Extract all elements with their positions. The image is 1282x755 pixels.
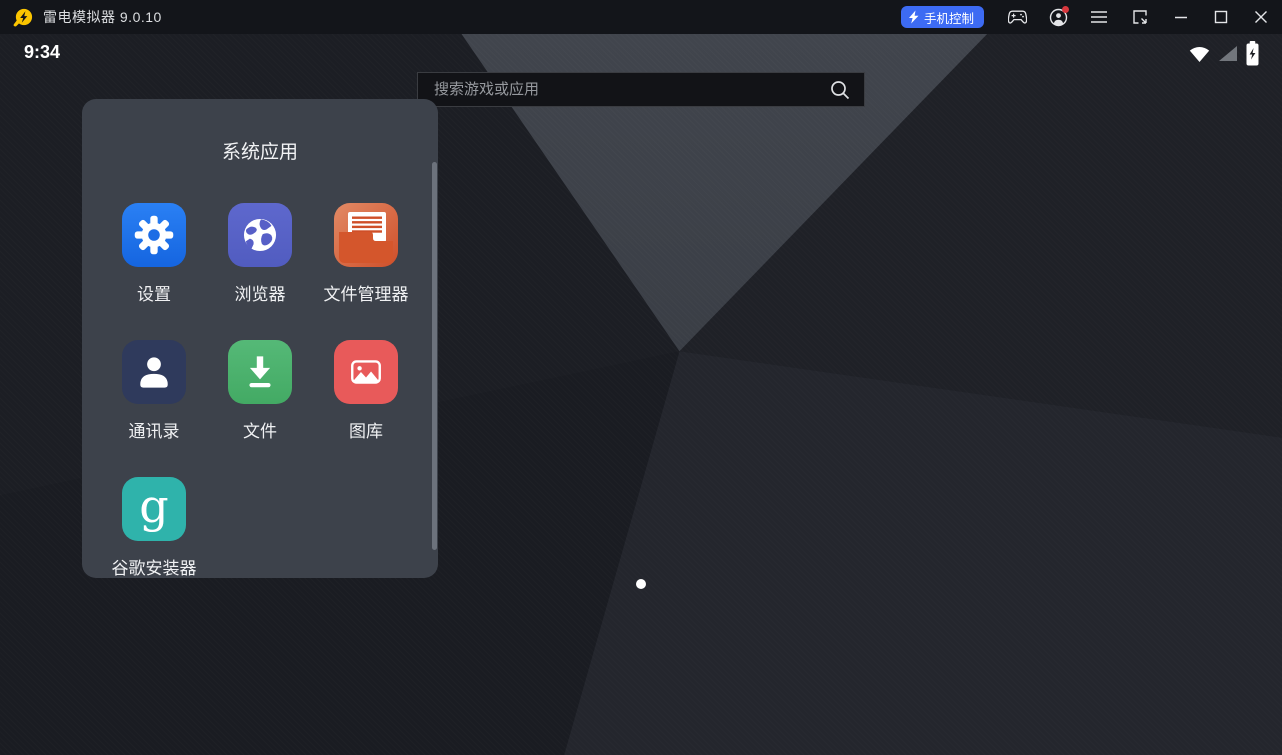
titlebar: 雷电模拟器 9.0.10 手机控制 (0, 0, 1282, 34)
contacts-person-icon (122, 340, 186, 404)
app-contacts[interactable]: 通讯录 (101, 340, 207, 436)
close-icon[interactable] (1244, 0, 1278, 34)
phone-control-button[interactable]: 手机控制 (901, 6, 984, 28)
app-settings[interactable]: 设置 (101, 203, 207, 299)
app-grid: 设置 浏览器 (101, 203, 419, 573)
app-label: 设置 (137, 280, 171, 305)
google-installer-g-icon: g (122, 477, 186, 541)
app-file-manager[interactable]: 文件管理器 (313, 203, 419, 299)
app-label: 文件管理器 (324, 280, 409, 305)
status-time: 9:34 (24, 42, 60, 63)
notification-dot (1062, 6, 1069, 13)
app-label: 浏览器 (235, 280, 286, 305)
maximize-icon[interactable] (1204, 0, 1238, 34)
app-google-installer[interactable]: g 谷歌安装器 (101, 477, 207, 573)
recorder-account-icon[interactable] (1041, 0, 1075, 34)
folder-scrollbar[interactable] (432, 162, 437, 550)
phone-control-label: 手机控制 (924, 8, 974, 27)
app-files[interactable]: 文件 (207, 340, 313, 436)
window-title: 雷电模拟器 9.0.10 (43, 7, 162, 27)
app-label: 图库 (349, 417, 383, 442)
cellular-signal-icon (1218, 45, 1238, 62)
browser-globe-icon (228, 203, 292, 267)
emulator-window: 雷电模拟器 9.0.10 手机控制 (0, 0, 1282, 755)
minimize-icon[interactable] (1164, 0, 1198, 34)
resize-window-icon[interactable] (1123, 0, 1157, 34)
menu-icon[interactable] (1082, 0, 1116, 34)
ldplayer-logo-icon (13, 7, 34, 28)
system-apps-folder: 系统应用 (82, 99, 438, 578)
page-indicator-dot (636, 579, 646, 589)
settings-gear-icon (122, 203, 186, 267)
battery-charging-icon (1245, 40, 1260, 67)
status-icons (1188, 40, 1260, 67)
search-input[interactable] (418, 81, 830, 98)
lightning-icon (908, 10, 920, 24)
folder-title: 系统应用 (82, 137, 438, 164)
titlebar-controls: 手机控制 (901, 0, 1282, 34)
app-label: 通讯录 (129, 417, 180, 442)
android-screen: 9:34 系统应用 (0, 34, 1282, 755)
search-bar (417, 72, 865, 107)
files-download-icon (228, 340, 292, 404)
gallery-image-icon (334, 340, 398, 404)
wifi-icon (1188, 45, 1211, 63)
app-label: 文件 (243, 417, 277, 442)
search-icon[interactable] (830, 80, 850, 100)
app-browser[interactable]: 浏览器 (207, 203, 313, 299)
gamepad-icon[interactable] (1000, 0, 1034, 34)
app-gallery[interactable]: 图库 (313, 340, 419, 436)
app-label: 谷歌安装器 (112, 554, 197, 579)
file-manager-folder-icon (334, 203, 398, 267)
